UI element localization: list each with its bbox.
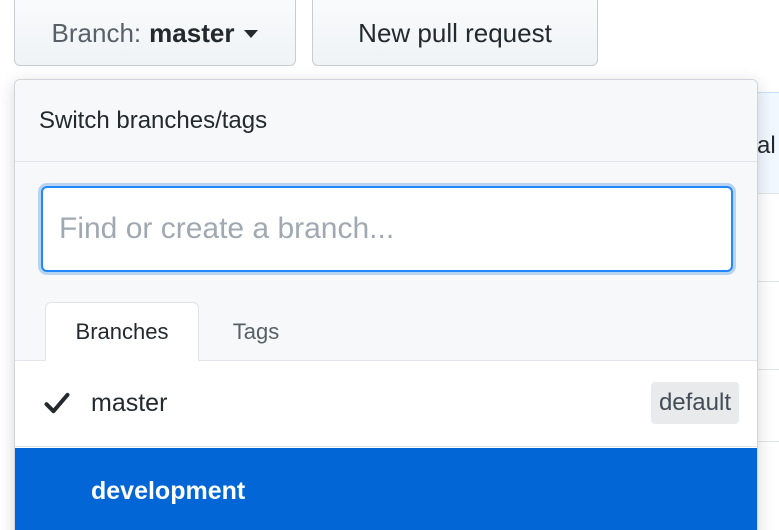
branch-search-input[interactable] (57, 211, 731, 247)
current-branch-name: master (149, 17, 235, 48)
screen: al Branch: master New pull request Switc… (0, 0, 779, 530)
branch-dropdown-menu: Switch branches/tags Branches Tags maste… (14, 79, 758, 530)
tab-branches[interactable]: Branches (45, 302, 199, 361)
branch-item-master[interactable]: master default (15, 361, 757, 447)
dropdown-title: Switch branches/tags (39, 106, 268, 134)
branch-item-label: development (91, 476, 246, 505)
branch-item-development[interactable]: development (15, 448, 757, 530)
background-partial-text: al (757, 132, 776, 159)
branch-search-field[interactable] (41, 186, 733, 272)
default-branch-badge: default (650, 382, 739, 424)
tab-tags[interactable]: Tags (211, 302, 301, 361)
new-pull-request-button[interactable]: New pull request (312, 0, 598, 66)
check-icon (44, 392, 70, 414)
branch-select-button[interactable]: Branch: master (14, 0, 296, 66)
dropdown-tabs: Branches Tags (15, 292, 757, 361)
caret-down-icon (244, 30, 259, 38)
dropdown-header: Switch branches/tags (15, 80, 757, 162)
branch-prefix-label: Branch: (51, 17, 142, 48)
branch-item-label: master (91, 389, 168, 417)
